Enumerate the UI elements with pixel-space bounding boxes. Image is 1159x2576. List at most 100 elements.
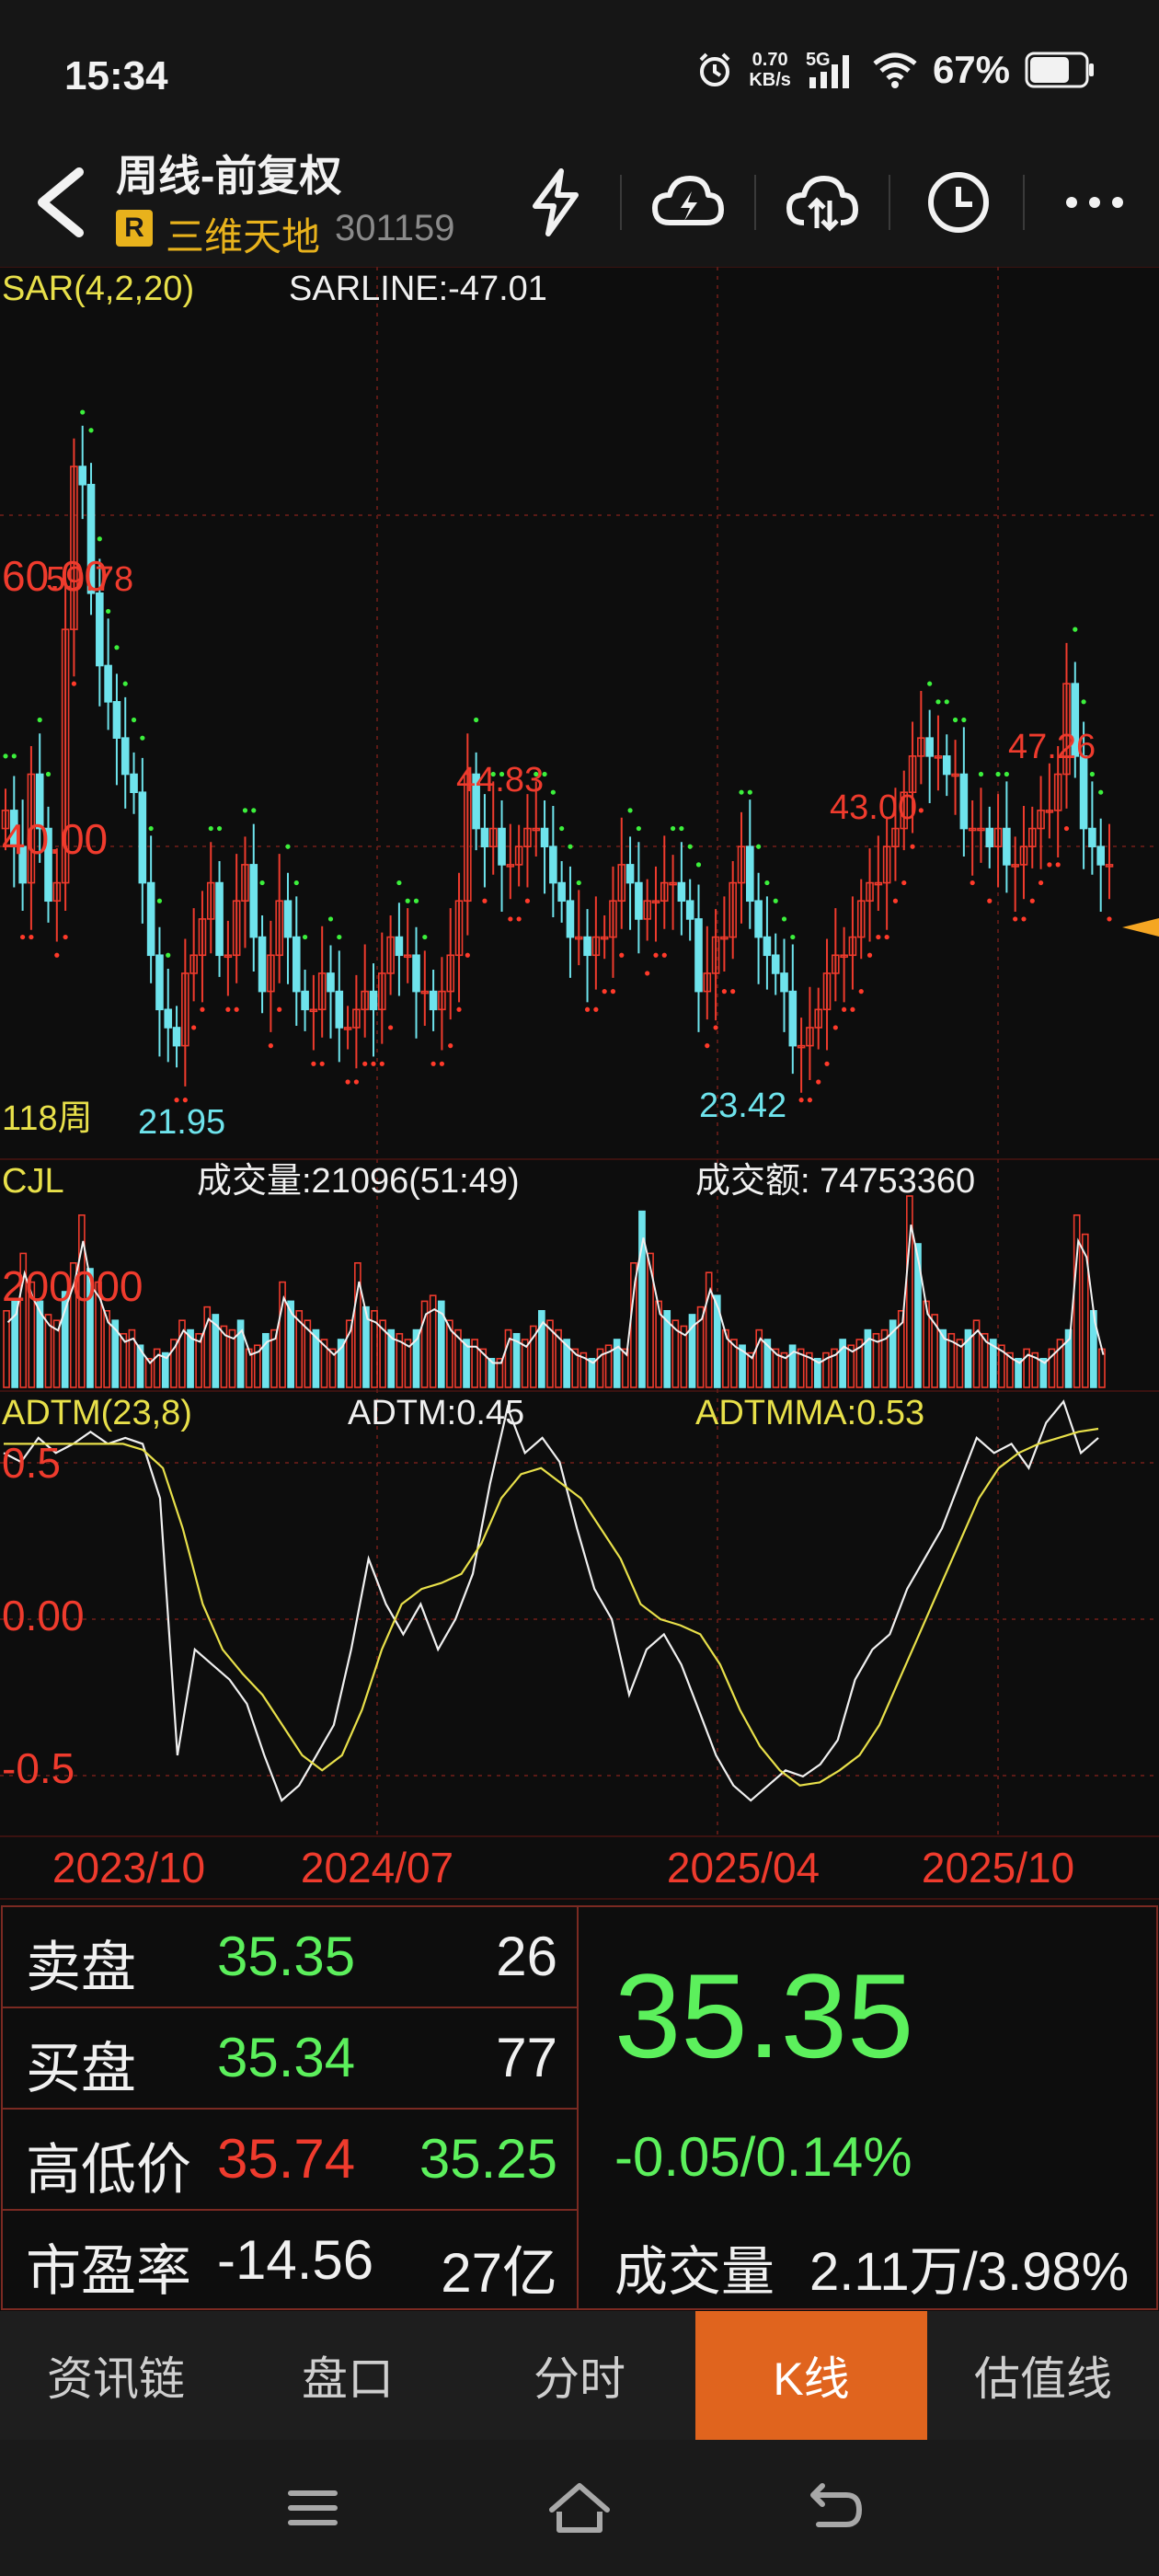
sar-dot [439,1061,445,1066]
back-nav-button[interactable] [806,2478,865,2542]
sar-dot [807,1098,813,1103]
sar-dot [405,898,410,903]
adtmma-value: ADTMMA:0.53 [695,1394,924,1432]
sar-dot [131,717,137,723]
sar-dot [311,1061,316,1066]
signal-5g-icon: 5G [806,50,857,90]
sar-dot [285,844,291,849]
amount-text: 成交额: 74753360 [695,1162,975,1201]
sar-dot [970,880,975,886]
sar-dot [892,898,899,903]
candle-body [1088,827,1096,848]
sar-dot [661,952,667,958]
sar-dot [140,735,145,741]
sar-dot [1047,862,1052,868]
cjl-label: CJL [2,1162,64,1201]
sar-dot [858,989,864,995]
sar-dot [1004,771,1009,777]
sar-dot [687,844,693,849]
sar-dot [866,952,873,958]
candle-body [498,827,506,866]
sar-dot [396,880,402,886]
sar-dot [302,934,308,940]
sar-dot [88,428,94,433]
tab-kline[interactable]: K线 [695,2311,927,2440]
candle-body [412,954,420,993]
battery-icon [1025,52,1094,88]
menu-nav-button[interactable] [285,2480,340,2540]
candle-body [1003,827,1011,866]
low-mark-21-95: 21.95 [138,1103,225,1142]
sar-dot [225,1006,231,1012]
candle-body [172,1027,181,1047]
stock-code: 301159 [335,208,455,248]
sar-dot [191,1025,197,1030]
sar-dot [952,717,958,723]
sar-dot [670,825,676,832]
candle-body [112,701,121,739]
sar-dot [927,681,933,686]
menu-icon [288,2490,338,2525]
sar-dot [1038,880,1044,886]
candle-body [96,592,104,667]
adtm-y-tick-neg-0-5: -0.5 [2,1744,75,1792]
lightning-button[interactable] [510,156,602,248]
candle-body [283,900,293,938]
sar-dot [1055,862,1061,868]
sar-dot [576,880,581,886]
sar-dot [1081,699,1086,705]
kline-chart[interactable]: SAR(4,2,20) SARLINE:-47.0160.0040.00118周5… [0,267,1159,1904]
tab-valuation[interactable]: 估值线 [927,2311,1159,2440]
candle-body [557,881,566,903]
sar-dot [379,1061,384,1066]
sar-dot [293,880,299,886]
sar-dot [63,934,68,940]
adtm-indicator-label: ADTM(23,8) [2,1394,192,1432]
sarline-value: SARLINE:-47.01 [289,270,547,308]
sar-dot [54,952,60,958]
candle-body [258,936,267,993]
candle-body [685,900,694,920]
sar-dot [995,771,1001,777]
sar-dot [756,844,762,849]
sar-dot [636,825,641,832]
sar-dot [413,898,419,903]
sar-dot [747,789,752,795]
sar-dot [156,898,163,903]
volume-value: 2.11万/3.98% [809,2242,1130,2302]
sar-dot [11,753,17,759]
home-nav-button[interactable] [546,2478,613,2542]
sar-dot [593,1006,599,1012]
period-label: 118周 [2,1099,93,1138]
sar-dot [29,934,34,940]
sar-dot [850,1006,855,1012]
candle-body [754,900,763,938]
candle-body [120,737,130,776]
cloud-lightning-button[interactable] [642,156,734,248]
r-badge: R [116,210,153,247]
more-button[interactable] [1049,156,1141,248]
candle-body [335,990,344,1029]
home-icon [549,2483,610,2533]
header-separator [889,175,890,230]
cloud-lightning-icon [652,176,724,225]
sar-dot [97,536,102,542]
clock-button[interactable] [912,156,1004,248]
sar-dot [944,699,949,705]
candle-body [301,990,309,1011]
high-price: 35.74 [217,2128,356,2190]
tab-intraday[interactable]: 分时 [464,2311,695,2440]
candle-body [925,737,934,757]
tab-order-book[interactable]: 盘口 [232,2311,464,2440]
cloud-sync-button[interactable] [776,156,868,248]
sar-dot [584,1006,591,1012]
candle-body [985,827,994,848]
back-button[interactable] [28,161,92,244]
tab-news-chain[interactable]: 资讯链 [0,2311,232,2440]
sar-dot [1013,916,1018,922]
candle-body [746,845,754,903]
status-time: 15:34 [64,53,168,98]
page-title: 周线-前复权 [116,152,342,200]
y-tick-40: 40.00 [2,815,108,863]
sar-dot [645,971,650,976]
